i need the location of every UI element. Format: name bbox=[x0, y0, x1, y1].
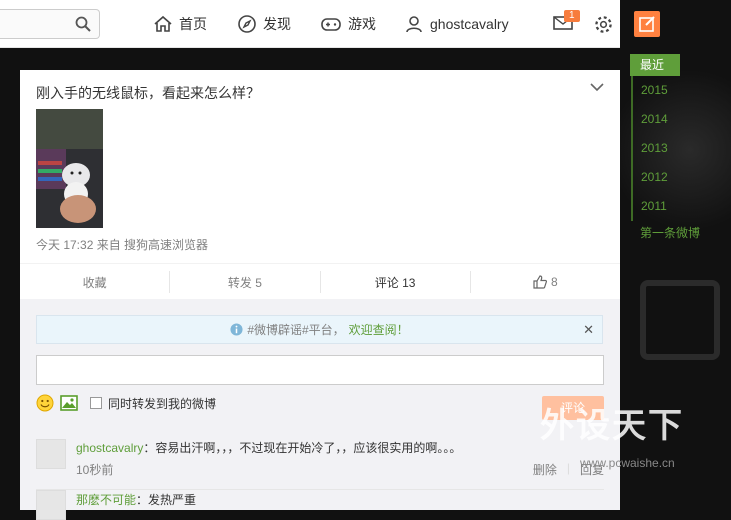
post-card: 刚入手的无线鼠标，看起来怎么样？ 今天 17:32 来自 搜狗高速浏览器 收藏 … bbox=[20, 70, 620, 520]
post-image[interactable] bbox=[36, 109, 103, 228]
post-actions: 收藏 转发 5 评论 13 8 bbox=[20, 263, 620, 299]
timeline-recent[interactable]: 最近 bbox=[630, 54, 680, 76]
comment-user[interactable]: 那麽不可能 bbox=[76, 493, 136, 507]
hamster-photo-icon bbox=[36, 109, 103, 228]
timeline-year[interactable]: 2013 bbox=[631, 134, 720, 163]
background-art bbox=[640, 280, 720, 360]
compass-icon bbox=[238, 15, 256, 33]
post-meta: 今天 17:32 来自 搜狗高速浏览器 bbox=[36, 238, 209, 252]
emoji-icon[interactable] bbox=[36, 394, 54, 412]
comment-section: #微博辟谣#平台， 欢迎查阅！ ✕ 同时转发到我的微博 评论 ghostcava… bbox=[20, 299, 620, 520]
nav-home-label: 首页 bbox=[179, 16, 207, 32]
comment-options: 同时转发到我的微博 bbox=[36, 394, 216, 412]
delete-link[interactable]: 删除 bbox=[533, 461, 557, 478]
search-input[interactable] bbox=[0, 9, 100, 39]
repost-checkbox[interactable] bbox=[90, 397, 102, 409]
timeline-year[interactable]: 2014 bbox=[631, 105, 720, 134]
timeline-year[interactable]: 2015 bbox=[631, 76, 720, 105]
favorite-label: 收藏 bbox=[82, 275, 107, 290]
comment-item: 那麽不可能：发热严重 bbox=[36, 489, 604, 520]
comment-text: ：发热严重 bbox=[136, 493, 197, 507]
timeline-year[interactable]: 2012 bbox=[631, 163, 720, 192]
nav-home[interactable]: 首页 bbox=[153, 14, 207, 34]
nav-username: ghostcavalry bbox=[430, 16, 509, 32]
chevron-down-icon[interactable] bbox=[590, 82, 604, 92]
comment-text: ：容易出汗啊，，，不过现在开始冷了，，应该很实用的啊。。。 bbox=[143, 441, 462, 455]
favorite-button[interactable]: 收藏 bbox=[20, 271, 171, 293]
comment-button[interactable]: 评论 13 bbox=[321, 271, 471, 293]
close-icon[interactable]: ✕ bbox=[583, 322, 594, 338]
like-button[interactable]: 8 bbox=[471, 264, 620, 299]
post-text: 刚入手的无线鼠标，看起来怎么样？ bbox=[36, 85, 260, 101]
year-timeline: 最近 2015 2014 2013 2012 2011 第一条微博 bbox=[630, 54, 720, 240]
watermark-url: www.pcwaishe.cn bbox=[580, 456, 675, 470]
thumbs-up-icon bbox=[533, 274, 548, 289]
notice-link[interactable]: 欢迎查阅！ bbox=[349, 321, 409, 338]
gear-icon[interactable] bbox=[594, 15, 613, 34]
watermark-logo: 外设天下 bbox=[540, 407, 684, 445]
top-navigation-bar: 首页 发现 游戏 ghostcavalry 1 bbox=[0, 0, 620, 48]
comment-time: 10秒前 bbox=[76, 463, 114, 477]
nav-games[interactable]: 游戏 bbox=[320, 14, 376, 34]
timeline-first-post[interactable]: 第一条微博 bbox=[640, 224, 700, 241]
comment-user[interactable]: ghostcavalry bbox=[76, 441, 143, 455]
repost-option-label: 同时转发到我的微博 bbox=[108, 396, 217, 411]
comment-label: 评论 13 bbox=[374, 275, 416, 290]
nav-discover-label: 发现 bbox=[263, 16, 291, 32]
nav-games-label: 游戏 bbox=[348, 16, 376, 32]
compose-button[interactable] bbox=[634, 11, 660, 37]
edit-icon bbox=[639, 16, 655, 32]
timeline-year[interactable]: 2011 bbox=[631, 192, 720, 221]
notice-text: #微博辟谣#平台， bbox=[247, 323, 345, 337]
gamepad-icon bbox=[321, 18, 341, 31]
divider: | bbox=[566, 461, 570, 475]
comment-content: 那麽不可能：发热严重 bbox=[76, 491, 196, 508]
mail-count-badge: 1 bbox=[564, 10, 580, 22]
nav-user[interactable]: ghostcavalry bbox=[404, 14, 509, 34]
nav-discover[interactable]: 发现 bbox=[237, 14, 291, 34]
info-icon bbox=[230, 323, 243, 336]
like-count: 8 bbox=[551, 274, 558, 289]
comment-content: ghostcavalry：容易出汗啊，，，不过现在开始冷了，，应该很实用的啊。。… bbox=[76, 439, 461, 456]
user-icon bbox=[406, 16, 422, 33]
repost-label: 转发 5 bbox=[227, 275, 262, 290]
comment-input[interactable] bbox=[36, 355, 604, 385]
repost-button[interactable]: 转发 5 bbox=[170, 271, 321, 293]
avatar[interactable] bbox=[36, 439, 66, 469]
avatar[interactable] bbox=[36, 490, 66, 520]
image-icon[interactable] bbox=[60, 395, 78, 411]
home-icon bbox=[154, 15, 172, 32]
search-icon[interactable] bbox=[75, 16, 91, 32]
rumor-notice: #微博辟谣#平台， 欢迎查阅！ ✕ bbox=[36, 315, 603, 344]
